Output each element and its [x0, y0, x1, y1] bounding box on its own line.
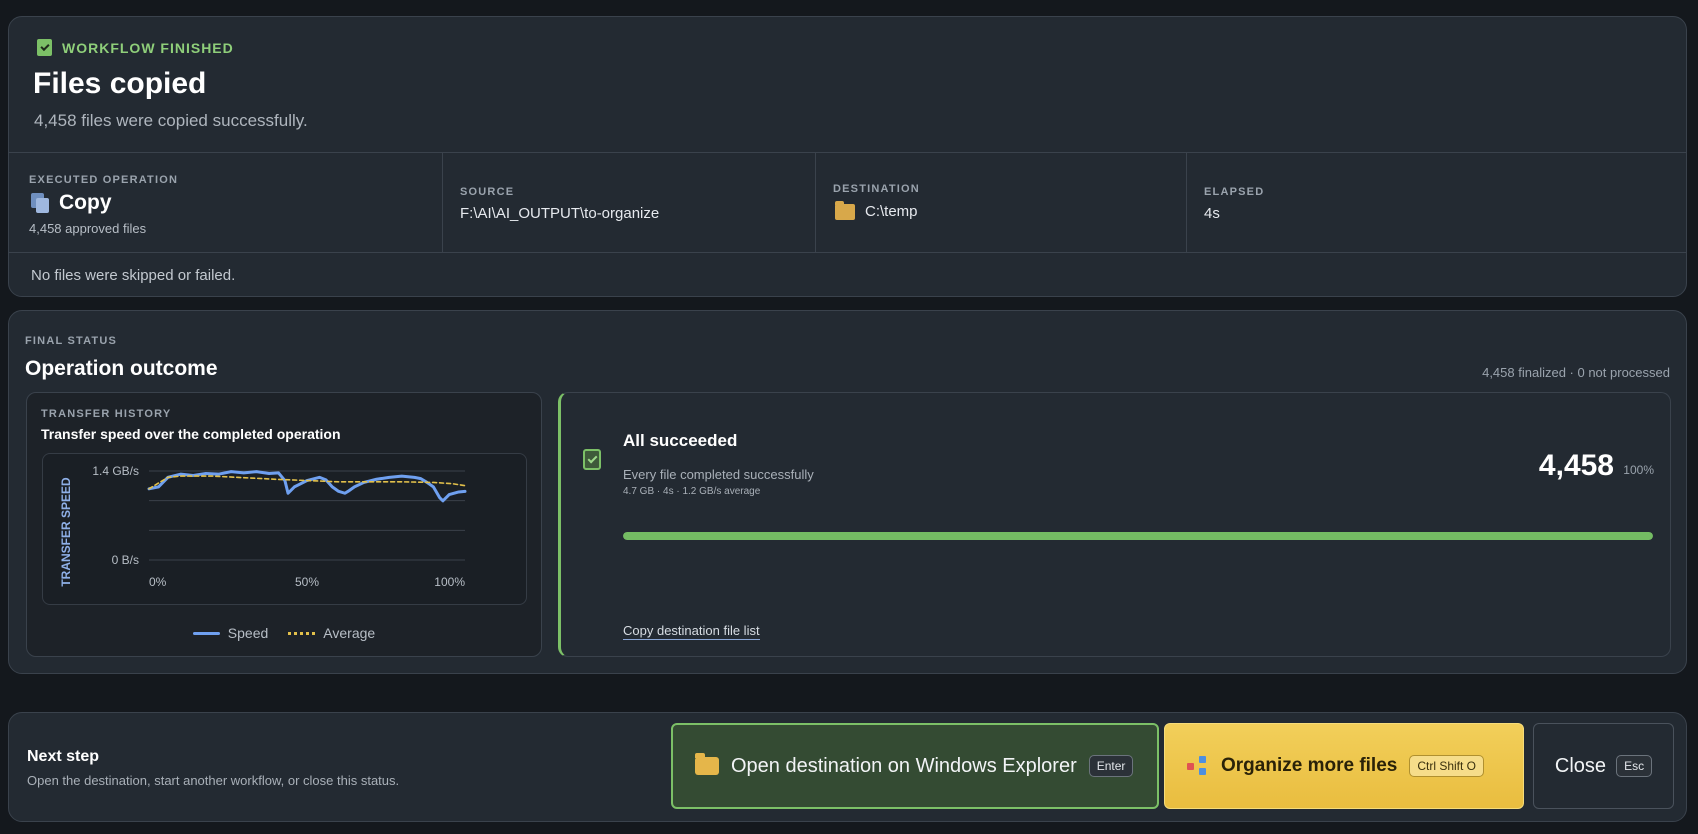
operation-name: Copy [59, 191, 112, 214]
enter-shortcut-badge: Enter [1088, 755, 1134, 777]
operation-outcome-panel: FINAL STATUS Operation outcome 4,458 fin… [8, 310, 1687, 674]
destination-cell: DESTINATION C:\temp [816, 153, 1187, 252]
destination-row: C:\temp [835, 200, 918, 220]
operation-note: 4,458 approved files [29, 221, 147, 236]
success-title: All succeeded [623, 431, 738, 450]
transfer-history-card: TRANSFER HISTORY Transfer speed over the… [26, 392, 542, 657]
open-destination-button[interactable]: Open destination on Windows Explorer Ent… [671, 723, 1159, 809]
organize-more-files-label: Organize more files [1221, 755, 1398, 776]
workflow-status-label: WORKFLOW FINISHED [62, 39, 234, 56]
workflow-summary-panel: WORKFLOW FINISHED Files copied 4,458 fil… [8, 16, 1687, 297]
copy-destination-file-list-link[interactable]: Copy destination file list [623, 623, 760, 640]
chart-grid [149, 470, 465, 561]
chart-series [147, 470, 467, 503]
destination-caption: DESTINATION [833, 183, 920, 195]
source-caption: SOURCE [460, 186, 515, 198]
next-step-title: Next step [27, 748, 100, 765]
success-stats: 4.7 GB · 4s · 1.2 GB/s average [623, 486, 761, 497]
x-tick-label: 50% [295, 575, 319, 589]
next-step-panel: Next step Open the destination, start an… [8, 712, 1687, 822]
destination-path[interactable]: C:\temp [865, 203, 918, 220]
transfer-speed-chart-svg: TRANSFER SPEED 1.4 GB/s 0 B/s 0% 50% 100% [59, 464, 467, 589]
chart-legend: Speed Average [27, 625, 541, 641]
skip-status-note: No files were skipped or failed. [31, 267, 236, 284]
y-axis-label: TRANSFER SPEED [59, 477, 73, 587]
esc-shortcut-badge: Esc [1616, 755, 1653, 777]
success-description: Every file completed successfully [623, 467, 814, 482]
check-document-icon [37, 39, 52, 56]
y-tick-label: 1.4 GB/s [92, 464, 139, 478]
success-count: 4,458 [1538, 449, 1614, 482]
copy-icon [31, 193, 49, 213]
transfer-speed-chart: TRANSFER SPEED 1.4 GB/s 0 B/s 0% 50% 100% [42, 453, 527, 605]
executed-operation-caption: EXECUTED OPERATION [29, 174, 179, 186]
success-check-icon [583, 449, 601, 470]
folder-icon [695, 753, 719, 775]
page-subtitle: 4,458 files were copied successfully. [34, 111, 308, 130]
success-progress-bar [623, 532, 1653, 540]
next-step-description: Open the destination, start another work… [27, 773, 400, 788]
legend-swatch-speed [192, 631, 220, 635]
open-destination-label: Open destination on Windows Explorer [731, 754, 1077, 777]
elapsed-value: 4s [1204, 205, 1220, 222]
x-tick-label: 0% [149, 575, 167, 589]
operation-name-row: Copy [31, 191, 112, 215]
legend-swatch-average [288, 631, 316, 635]
transfer-history-caption: TRANSFER HISTORY [41, 408, 172, 420]
organize-icon [1187, 756, 1209, 776]
final-status-caption: FINAL STATUS [25, 335, 118, 347]
legend-label-average: Average [323, 625, 376, 641]
finalized-count-note: 4,458 finalized · 0 not processed [1482, 365, 1670, 380]
close-label: Close [1554, 754, 1607, 777]
success-summary-card: All succeeded Every file completed succe… [558, 392, 1671, 657]
legend-item-speed: Speed [192, 625, 269, 641]
page-title: Files copied [33, 67, 207, 100]
y-tick-label: 0 B/s [112, 553, 139, 567]
close-button[interactable]: Close Esc [1533, 723, 1674, 809]
organize-more-files-button[interactable]: Organize more files Ctrl Shift O [1164, 723, 1524, 809]
elapsed-cell: ELAPSED 4s [1187, 153, 1686, 252]
folder-icon [835, 200, 855, 220]
success-percent: 100% [1623, 463, 1654, 477]
chart-ticks: 1.4 GB/s 0 B/s 0% 50% 100% [92, 464, 465, 589]
source-path[interactable]: F:\AI\AI_OUTPUT\to-organize [460, 205, 659, 222]
operation-info-row: EXECUTED OPERATION Copy 4,458 approved f… [9, 152, 1686, 253]
source-cell: SOURCE F:\AI\AI_OUTPUT\to-organize [443, 153, 816, 252]
workflow-status-header: WORKFLOW FINISHED [37, 39, 234, 56]
transfer-history-title: Transfer speed over the completed operat… [41, 426, 341, 442]
legend-label-speed: Speed [227, 625, 269, 641]
legend-item-average: Average [288, 625, 375, 641]
outcome-title: Operation outcome [25, 357, 218, 380]
executed-operation-cell: EXECUTED OPERATION Copy 4,458 approved f… [9, 153, 443, 252]
x-tick-label: 100% [434, 575, 465, 589]
organize-shortcut-badge: Ctrl Shift O [1409, 755, 1485, 777]
success-progress-fill [623, 532, 1653, 540]
elapsed-caption: ELAPSED [1204, 186, 1265, 198]
